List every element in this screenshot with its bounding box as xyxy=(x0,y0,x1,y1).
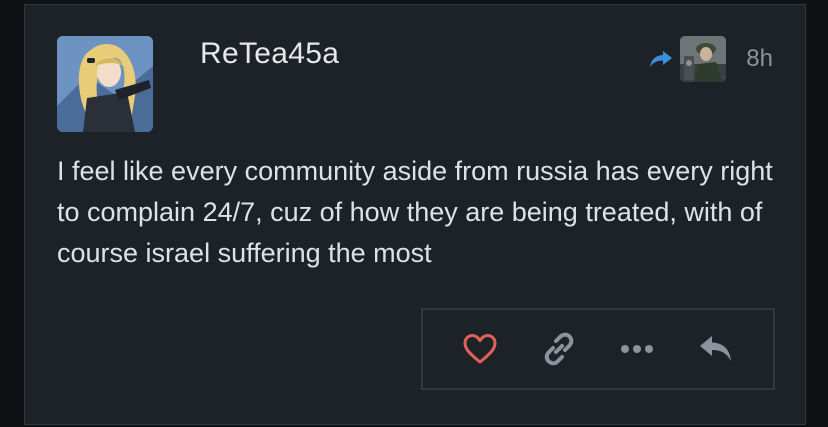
post-time: 8h xyxy=(746,45,773,72)
reply-to-avatar[interactable] xyxy=(680,36,727,82)
share-arrow-icon[interactable] xyxy=(648,48,674,70)
post-actions xyxy=(421,308,775,390)
post-meta: 8h xyxy=(648,35,773,83)
reply-button[interactable] xyxy=(694,327,738,371)
like-button[interactable] xyxy=(458,327,502,371)
username[interactable]: ReTea45a xyxy=(200,37,339,71)
post-card: ReTea45a 8h I feel like every community … xyxy=(24,4,806,425)
more-icon xyxy=(621,345,654,353)
avatar-image xyxy=(57,36,153,132)
post-body: I feel like every community aside from r… xyxy=(57,156,773,268)
reply-icon xyxy=(699,336,731,361)
copy-link-button[interactable] xyxy=(537,327,581,371)
heart-icon xyxy=(463,334,497,364)
more-options-button[interactable] xyxy=(615,327,659,371)
reply-to-avatar-image xyxy=(680,36,727,82)
link-icon xyxy=(544,332,574,366)
user-avatar[interactable] xyxy=(57,36,153,132)
